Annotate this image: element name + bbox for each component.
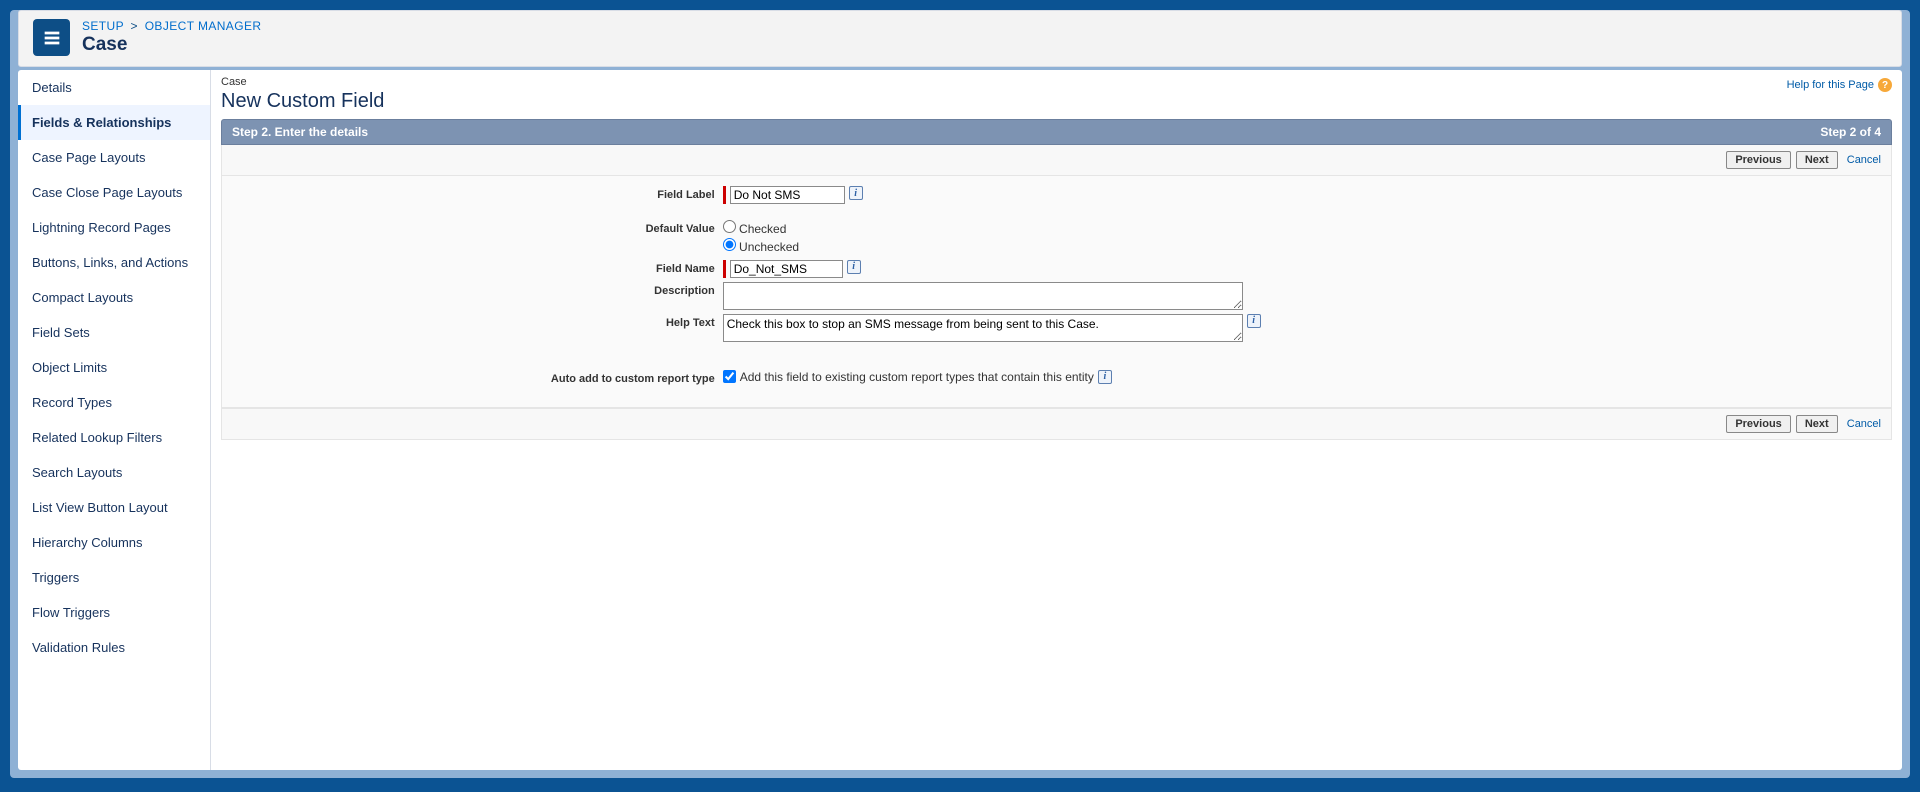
description-textarea[interactable] — [723, 282, 1243, 310]
breadcrumb: Setup > Object Manager — [82, 19, 261, 33]
form-panel: Field Label i Default Value Checked — [221, 176, 1892, 408]
step-bar: Step 2. Enter the details Step 2 of 4 — [221, 119, 1892, 145]
button-row-top: Previous Next Cancel — [221, 145, 1892, 176]
help-for-page-link[interactable]: Help for this Page ? — [1787, 78, 1892, 92]
next-button-bottom[interactable]: Next — [1796, 415, 1838, 433]
field-label-label: Field Label — [222, 186, 723, 201]
help-text-label: Help Text — [222, 314, 723, 329]
default-value-checked-row[interactable]: Checked — [723, 220, 799, 238]
sidebar-item-hierarchy-columns[interactable]: Hierarchy Columns — [18, 525, 210, 560]
field-name-input[interactable] — [730, 260, 843, 278]
sidebar: Details Fields & Relationships Case Page… — [18, 70, 211, 770]
sidebar-item-fields-relationships[interactable]: Fields & Relationships — [18, 105, 210, 140]
info-icon[interactable]: i — [1098, 370, 1112, 384]
breadcrumb-object-manager[interactable]: Object Manager — [145, 19, 262, 33]
sidebar-item-field-sets[interactable]: Field Sets — [18, 315, 210, 350]
sidebar-item-flow-triggers[interactable]: Flow Triggers — [18, 595, 210, 630]
sidebar-item-object-limits[interactable]: Object Limits — [18, 350, 210, 385]
sidebar-item-case-page-layouts[interactable]: Case Page Layouts — [18, 140, 210, 175]
auto-add-checkbox[interactable] — [723, 370, 736, 383]
sidebar-item-related-lookup-filters[interactable]: Related Lookup Filters — [18, 420, 210, 455]
object-icon — [33, 19, 70, 56]
field-name-label: Field Name — [222, 260, 723, 275]
default-value-unchecked-row[interactable]: Unchecked — [723, 238, 799, 256]
next-button-top[interactable]: Next — [1796, 151, 1838, 169]
field-label-input[interactable] — [730, 186, 845, 204]
default-value-checked-radio[interactable] — [723, 220, 736, 233]
sidebar-item-case-close-page-layouts[interactable]: Case Close Page Layouts — [18, 175, 210, 210]
sidebar-item-triggers[interactable]: Triggers — [18, 560, 210, 595]
required-indicator — [723, 186, 726, 204]
sidebar-item-validation-rules[interactable]: Validation Rules — [18, 630, 210, 665]
help-for-page-label: Help for this Page — [1787, 79, 1874, 91]
sidebar-item-buttons-links-actions[interactable]: Buttons, Links, and Actions — [18, 245, 210, 280]
sidebar-item-search-layouts[interactable]: Search Layouts — [18, 455, 210, 490]
content-crumb: Case — [221, 76, 384, 88]
description-label: Description — [222, 282, 723, 297]
default-value-unchecked-label: Unchecked — [739, 240, 799, 254]
cancel-link-top[interactable]: Cancel — [1847, 154, 1881, 166]
sidebar-item-list-view-button-layout[interactable]: List View Button Layout — [18, 490, 210, 525]
breadcrumb-setup[interactable]: Setup — [82, 19, 124, 33]
previous-button-top[interactable]: Previous — [1726, 151, 1790, 169]
auto-add-label: Auto add to custom report type — [222, 370, 723, 385]
previous-button-bottom[interactable]: Previous — [1726, 415, 1790, 433]
sidebar-item-lightning-record-pages[interactable]: Lightning Record Pages — [18, 210, 210, 245]
header-title: Case — [82, 34, 261, 56]
button-row-bottom: Previous Next Cancel — [221, 408, 1892, 440]
page-title: New Custom Field — [221, 90, 384, 113]
info-icon[interactable]: i — [847, 260, 861, 274]
step-bar-right: Step 2 of 4 — [1820, 125, 1881, 139]
default-value-checked-label: Checked — [739, 222, 786, 236]
required-indicator — [723, 260, 726, 278]
header-card: Setup > Object Manager Case — [18, 10, 1902, 67]
step-bar-left: Step 2. Enter the details — [232, 125, 368, 139]
breadcrumb-sep: > — [131, 19, 138, 33]
sidebar-item-details[interactable]: Details — [18, 70, 210, 105]
cancel-link-bottom[interactable]: Cancel — [1847, 418, 1881, 430]
default-value-unchecked-radio[interactable] — [723, 238, 736, 251]
help-icon: ? — [1878, 78, 1892, 92]
info-icon[interactable]: i — [1247, 314, 1261, 328]
help-text-textarea[interactable] — [723, 314, 1243, 342]
info-icon[interactable]: i — [849, 186, 863, 200]
sidebar-item-compact-layouts[interactable]: Compact Layouts — [18, 280, 210, 315]
auto-add-checkbox-label: Add this field to existing custom report… — [740, 370, 1094, 384]
sidebar-item-record-types[interactable]: Record Types — [18, 385, 210, 420]
default-value-label: Default Value — [222, 220, 723, 235]
